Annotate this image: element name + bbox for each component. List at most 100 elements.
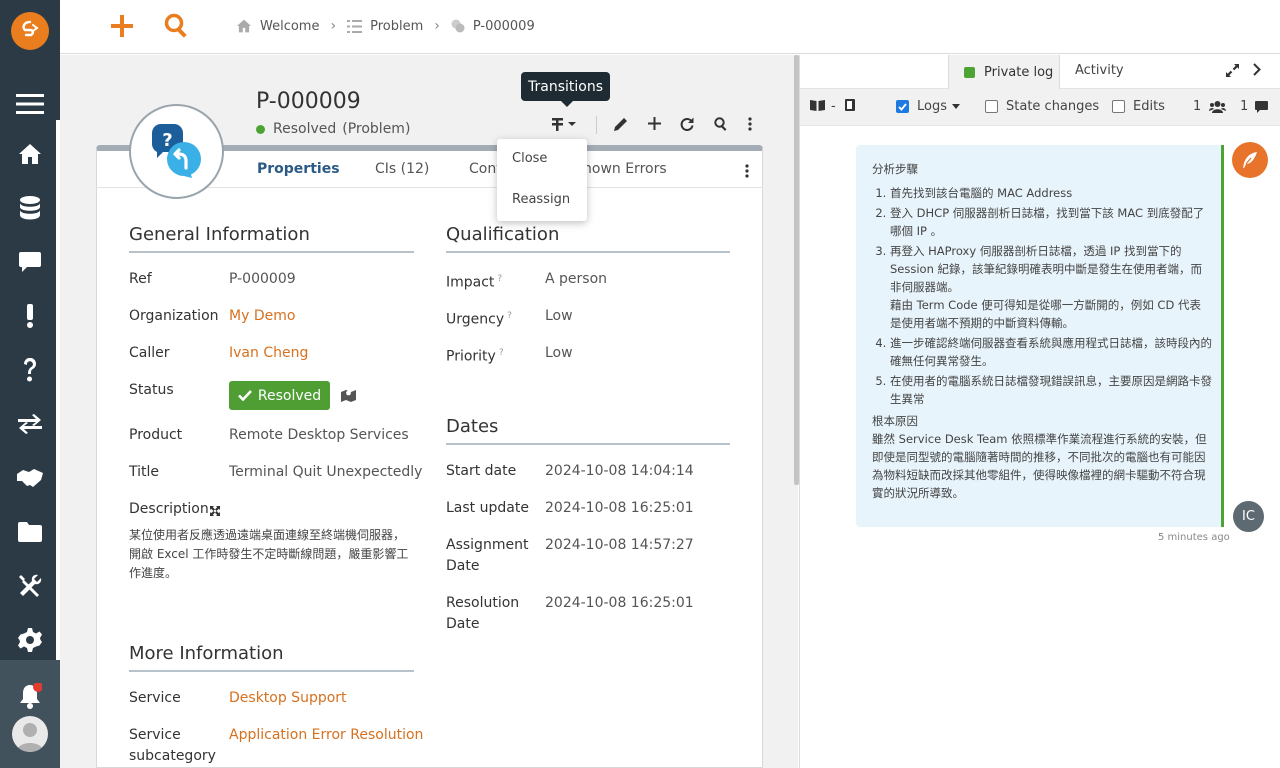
logs-label: Logs (917, 99, 947, 114)
question-icon[interactable] (0, 348, 60, 392)
expand-panel-icon[interactable] (1226, 64, 1239, 81)
field-value-title: Terminal Quit Unexpectedly (229, 464, 423, 480)
add-entry-icon[interactable] (1232, 142, 1268, 178)
tab-activity[interactable]: Activity (1075, 63, 1124, 78)
tab-cis[interactable]: CIs (12) (375, 161, 429, 177)
field-label-service: Service (129, 690, 181, 706)
field-value-ref: P-000009 (229, 271, 296, 287)
new-object-icon[interactable] (110, 13, 134, 43)
tools-icon[interactable] (0, 564, 60, 608)
field-label-service-subcategory: Service subcategory (129, 727, 216, 764)
settings-icon[interactable] (0, 618, 60, 662)
search-icon[interactable] (714, 117, 728, 131)
field-label-product: Product (129, 427, 183, 443)
status-badge: Resolved (229, 381, 330, 410)
database-icon[interactable] (0, 186, 60, 230)
more-actions-icon[interactable] (748, 117, 752, 131)
sidebar-user-area (0, 660, 60, 768)
urgency-label-text: Urgency (446, 311, 505, 328)
users-icon (1209, 100, 1227, 113)
transitions-menu: Close Reassign (497, 139, 587, 221)
lifecycle-map-icon[interactable] (341, 388, 356, 406)
entry-step-extra: 藉由 Term Code 便可得知是從哪一方斷開的，例如 CD 代表是使用者端不… (890, 298, 1201, 330)
authors-filter[interactable]: 1 (1193, 99, 1227, 114)
field-label-ref: Ref (129, 271, 152, 287)
tab-private-log[interactable]: Private log (948, 55, 1060, 89)
handshake-icon[interactable] (0, 456, 60, 500)
root-cause-text: 雖然 Service Desk Team 依照標準作業流程進行系統的安裝，但即使… (872, 432, 1207, 500)
menu-item-reassign[interactable]: Reassign (497, 180, 587, 221)
tab-known-errors[interactable]: nown Errors (583, 161, 667, 177)
object-title: P-000009 (256, 89, 361, 114)
check-icon (237, 390, 252, 401)
user-avatar[interactable] (0, 712, 60, 756)
service-link[interactable]: Desktop Support (229, 690, 347, 706)
more-information-heading: More Information (129, 643, 414, 672)
chevron-right-icon[interactable] (1253, 63, 1261, 80)
field-label-description: Description (129, 501, 209, 517)
author-avatar: IC (1233, 501, 1264, 532)
root-cause-heading: 根本原因 (872, 414, 918, 428)
add-icon[interactable] (648, 117, 661, 130)
logs-checkbox[interactable] (896, 100, 909, 113)
menu-item-close[interactable]: Close (497, 139, 587, 180)
breadcrumb-current[interactable]: P-000009 (473, 19, 535, 34)
entry-step: 在使用者的電腦系統日誌檔發現錯誤訊息，主要原因是網路卡發生異常 (890, 372, 1212, 408)
comment-icon (1255, 100, 1269, 113)
object-status: Resolved (Problem) (256, 121, 410, 137)
field-value-urgency: Low (545, 308, 573, 324)
field-value-product: Remote Desktop Services (229, 427, 409, 443)
edits-checkbox[interactable] (1112, 100, 1125, 113)
filter-logs[interactable]: Logs (896, 99, 960, 114)
breadcrumb: Welcome › Problem › P-000009 (236, 18, 535, 34)
status-text: Resolved (273, 121, 337, 137)
tabs-more-icon[interactable] (745, 164, 749, 182)
problem-object-icon: ? (129, 104, 224, 199)
problem-crumb-icon (451, 19, 465, 33)
entry-step: 登入 DHCP 伺服器剖析日誌檔，找到當下該 MAC 到底發配了哪個 IP 。 (890, 204, 1212, 240)
field-label-start-date: Start date (446, 463, 517, 479)
app-logo[interactable] (11, 12, 49, 50)
menu-toggle-icon[interactable] (0, 82, 60, 126)
organization-link[interactable]: My Demo (229, 308, 295, 324)
service-subcategory-link[interactable]: Application Error Resolution (229, 727, 423, 743)
global-search-icon[interactable] (164, 13, 190, 43)
field-value-assignment-date: 2024-10-08 14:57:27 (545, 537, 694, 553)
exclamation-icon[interactable] (0, 294, 60, 338)
field-label-priority: Priority? (446, 348, 504, 365)
home-crumb-icon (236, 19, 252, 33)
user-count: 1 (1193, 99, 1202, 114)
breadcrumb-problem[interactable]: Problem (370, 19, 423, 34)
status-dot (256, 124, 265, 134)
close-all-icon[interactable] (845, 99, 855, 111)
log-entry-content: 分析步驟 首先找到該台電腦的 MAC Address 登入 DHCP 伺服器剖析… (872, 160, 1212, 502)
state-changes-checkbox[interactable] (985, 100, 998, 113)
caller-link[interactable]: Ivan Cheng (229, 345, 308, 361)
chat-icon[interactable] (0, 240, 60, 284)
tab-properties[interactable]: Properties (257, 161, 340, 177)
sidebar (0, 0, 60, 768)
impact-label-text: Impact (446, 274, 495, 291)
field-label-organization: Organization (129, 308, 219, 324)
folder-icon[interactable] (0, 510, 60, 554)
top-bar: Welcome › Problem › P-000009 (60, 0, 1280, 54)
field-label-last-update: Last update (446, 500, 529, 516)
refresh-icon[interactable] (680, 117, 694, 131)
open-all-icon[interactable] (810, 99, 825, 111)
qualification-heading: Qualification (446, 224, 730, 253)
entry-steps: 首先找到該台電腦的 MAC Address 登入 DHCP 伺服器剖析日誌檔，找… (872, 184, 1212, 408)
breadcrumb-welcome[interactable]: Welcome (260, 19, 319, 34)
filter-state-changes[interactable]: State changes (985, 99, 1099, 114)
expand-icon[interactable] (210, 504, 220, 520)
chevron-right-icon: › (330, 18, 337, 34)
filter-edits[interactable]: Edits (1112, 99, 1165, 114)
transitions-button[interactable] (552, 117, 578, 131)
comments-filter[interactable]: 1 (1240, 99, 1269, 114)
edit-icon[interactable] (614, 117, 628, 131)
entry-timestamp: 5 minutes ago (1158, 532, 1230, 543)
private-log-color-icon (964, 66, 975, 78)
home-icon[interactable] (0, 132, 60, 176)
exchange-icon[interactable] (0, 402, 60, 446)
chevron-right-icon: › (434, 18, 440, 34)
field-label-status: Status (129, 382, 174, 398)
